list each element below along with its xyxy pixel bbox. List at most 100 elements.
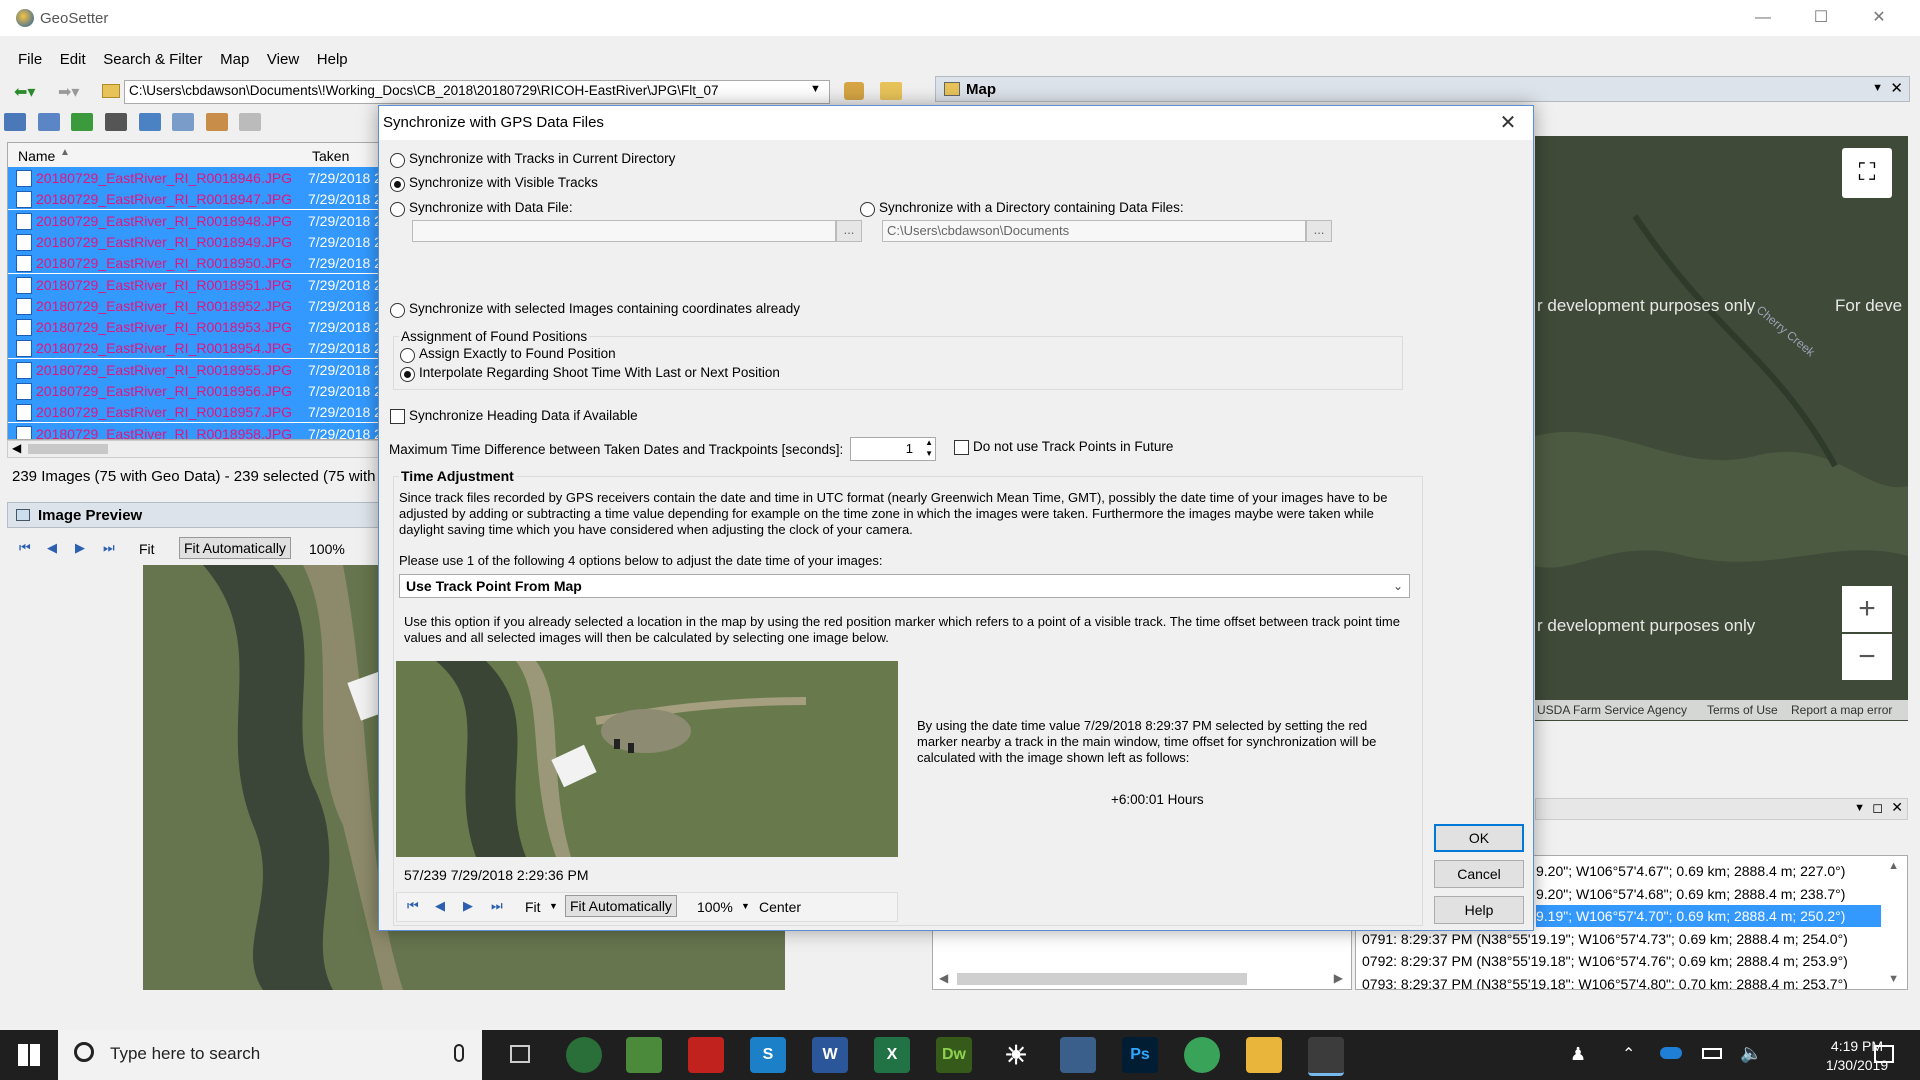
trackpoint-row[interactable]: 9.19"; W106°57'4.70"; 0.69 km; 2888.4 m;…	[1536, 905, 1881, 928]
taskbar-app-video-icon[interactable]	[1060, 1037, 1096, 1073]
menu-help[interactable]: Help	[317, 48, 348, 72]
maximize-button[interactable]: ☐	[1792, 0, 1850, 36]
close-button[interactable]: ✕	[1850, 0, 1908, 36]
file-row[interactable]: 20180729_EastRiver_RI_R0018949.JPG 7/29/2…	[8, 230, 378, 252]
trackpoint-row[interactable]: 9.20"; W106°57'4.67"; 0.69 km; 2888.4 m;…	[1536, 860, 1845, 882]
taskbar-app-dreamweaver-icon[interactable]: Dw	[936, 1037, 972, 1073]
volume-icon[interactable]: 🔈	[1740, 1043, 1762, 1064]
file-row[interactable]: 20180729_EastRiver_RI_R0018953.JPG 7/29/2…	[8, 316, 378, 338]
preview-fit[interactable]: Fit	[139, 541, 155, 557]
notifications-icon[interactable]	[1874, 1045, 1894, 1063]
radio-directory[interactable]	[860, 202, 875, 217]
thumb-prev-icon[interactable]: ◀	[435, 898, 445, 914]
radio-data-file[interactable]	[390, 202, 405, 217]
file-row[interactable]: 20180729_EastRiver_RI_R0018956.JPG 7/29/2…	[8, 380, 378, 401]
spin-up-icon[interactable]: ▲	[925, 438, 933, 447]
radio-tracks-dir[interactable]	[390, 153, 405, 168]
file-row[interactable]: 20180729_EastRiver_RI_R0018954.JPG 7/29/2…	[8, 337, 378, 359]
file-row[interactable]: 20180729_EastRiver_RI_R0018957.JPG 7/29/2…	[8, 401, 378, 423]
file-row[interactable]: 20180729_EastRiver_RI_R0018947.JPG 7/29/2…	[8, 188, 378, 210]
preview-fit-auto-button[interactable]: Fit Automatically	[179, 537, 291, 559]
taskbar-app-acrobat-icon[interactable]	[688, 1037, 724, 1073]
zoom-out-button[interactable]: −	[1842, 634, 1892, 680]
binoculars-tool-icon[interactable]	[104, 113, 127, 131]
next-icon[interactable]: ▶	[75, 540, 85, 556]
last-icon[interactable]: ⏭	[103, 540, 115, 556]
thumb-zoom[interactable]: 100%	[697, 899, 733, 915]
taskbar-app-geosetter-icon[interactable]	[1308, 1037, 1344, 1076]
taskbar-app-globe-icon[interactable]	[1184, 1037, 1220, 1073]
thumb-first-icon[interactable]: ⏮	[407, 898, 419, 914]
menu-view[interactable]: View	[267, 48, 299, 72]
file-row[interactable]: 20180729_EastRiver_RI_R0018958.JPG 7/29/2…	[8, 422, 378, 439]
trackpoint-row[interactable]: 0793: 8:29:37 PM (N38°55'19.18"; W106°57…	[1362, 973, 1848, 989]
checkbox-no-future[interactable]	[954, 440, 969, 455]
folder-icon[interactable]	[102, 84, 120, 98]
spin-down-icon[interactable]: ▼	[925, 449, 933, 458]
data-file-browse-button[interactable]: ...	[836, 220, 862, 242]
trackpoint-row[interactable]: 0792: 8:29:37 PM (N38°55'19.18"; W106°57…	[1362, 950, 1848, 972]
scrollbar-thumb[interactable]	[28, 444, 108, 454]
file-row[interactable]: 20180729_EastRiver_RI_R0018950.JPG 7/29/2…	[8, 252, 378, 274]
battery-icon[interactable]	[1702, 1048, 1722, 1059]
menu-file[interactable]: File	[18, 48, 42, 72]
column-name-header[interactable]: Name	[18, 148, 55, 164]
taskbar-app-photoshop-icon[interactable]: Ps	[1122, 1037, 1158, 1073]
taskbar-app-word-icon[interactable]: W	[812, 1037, 848, 1073]
thumb-fit[interactable]: Fit	[525, 899, 541, 915]
panel-close-icon-2[interactable]: ✕	[1891, 799, 1903, 816]
binoculars-icon[interactable]	[844, 82, 864, 100]
map-view[interactable]: r development purposes only For deve Che…	[1535, 136, 1908, 721]
max-diff-spinner[interactable]: 1 ▲ ▼	[850, 437, 936, 461]
taskbar-search[interactable]: Type here to search	[58, 1030, 482, 1080]
taskbar-app-connect-icon[interactable]	[566, 1037, 602, 1073]
microphone-icon[interactable]	[454, 1044, 464, 1062]
thumb-next-icon[interactable]: ▶	[463, 898, 473, 914]
file-row[interactable]: 20180729_EastRiver_RI_R0018951.JPG 7/29/2…	[8, 273, 378, 295]
taskbar-app-skype-icon[interactable]: S	[750, 1037, 786, 1073]
tray-chevron-icon[interactable]: ⌃	[1622, 1044, 1635, 1064]
mid-scrollbar-thumb[interactable]	[957, 973, 1247, 985]
directory-input[interactable]: C:\Users\cbdawson\Documents	[882, 220, 1306, 242]
tag-icon[interactable]	[172, 113, 195, 131]
trackpoint-row[interactable]: 9.20"; W106°57'4.68"; 0.69 km; 2888.4 m;…	[1536, 883, 1845, 905]
onedrive-icon[interactable]	[1660, 1047, 1682, 1059]
file-row[interactable]: 20180729_EastRiver_RI_R0018952.JPG 7/29/2…	[8, 294, 378, 316]
adjust-method-select[interactable]: Use Track Point From Map ⌄	[399, 574, 1410, 598]
windows-start-icon[interactable]	[18, 1044, 40, 1066]
grid-view-icon[interactable]	[4, 113, 26, 131]
open-folder-icon[interactable]	[880, 82, 902, 100]
radio-selected-images[interactable]	[390, 303, 405, 318]
terms-link[interactable]: Terms of Use	[1707, 703, 1778, 717]
thumb-center[interactable]: Center	[759, 899, 801, 915]
panel-close-icon[interactable]: ✕	[1890, 79, 1903, 97]
ok-button[interactable]: OK	[1434, 824, 1524, 852]
file-list-scrollbar[interactable]: ◀	[7, 440, 379, 458]
menu-search-filter[interactable]: Search & Filter	[103, 48, 202, 72]
scroll-down-icon[interactable]: ▼	[1888, 973, 1899, 985]
help-button[interactable]: Help	[1434, 896, 1524, 924]
dialog-close-button[interactable]: ✕	[1493, 110, 1523, 136]
task-view-icon[interactable]	[510, 1045, 530, 1063]
back-arrow-icon[interactable]: ⬅▾	[14, 82, 35, 102]
people-icon[interactable]: ♟	[1570, 1044, 1586, 1065]
taskbar-app-excel-icon[interactable]: X	[874, 1037, 910, 1073]
panel-dropdown-icon-2[interactable]: ▼	[1854, 802, 1865, 814]
mid-scroll-left-icon[interactable]: ◀	[939, 971, 948, 985]
thumb-zoom-dropdown-icon[interactable]: ▼	[741, 901, 750, 911]
radio-interpolate[interactable]	[400, 367, 415, 382]
thumb-fit-dropdown-icon[interactable]: ▼	[549, 901, 558, 911]
pin-tool-icon[interactable]	[37, 113, 60, 131]
fullscreen-button[interactable]: ⛶	[1842, 148, 1892, 198]
data-file-input[interactable]	[412, 220, 836, 242]
taskbar-app-notepad-icon[interactable]	[626, 1037, 662, 1073]
refresh-icon[interactable]	[71, 113, 94, 131]
cancel-button[interactable]: Cancel	[1434, 860, 1524, 888]
taskbar-app-sun-icon[interactable]: ☀	[998, 1037, 1034, 1073]
thumb-fit-auto-button[interactable]: Fit Automatically	[565, 895, 677, 917]
trackpoint-row[interactable]: 0791: 8:29:37 PM (N38°55'19.19"; W106°57…	[1362, 928, 1848, 950]
max-diff-value[interactable]: 1	[906, 441, 913, 456]
menu-edit[interactable]: Edit	[60, 48, 86, 72]
panel-dropdown-icon[interactable]: ▼	[1872, 82, 1883, 94]
file-row[interactable]: 20180729_EastRiver_RI_R0018948.JPG 7/29/2…	[8, 209, 378, 231]
